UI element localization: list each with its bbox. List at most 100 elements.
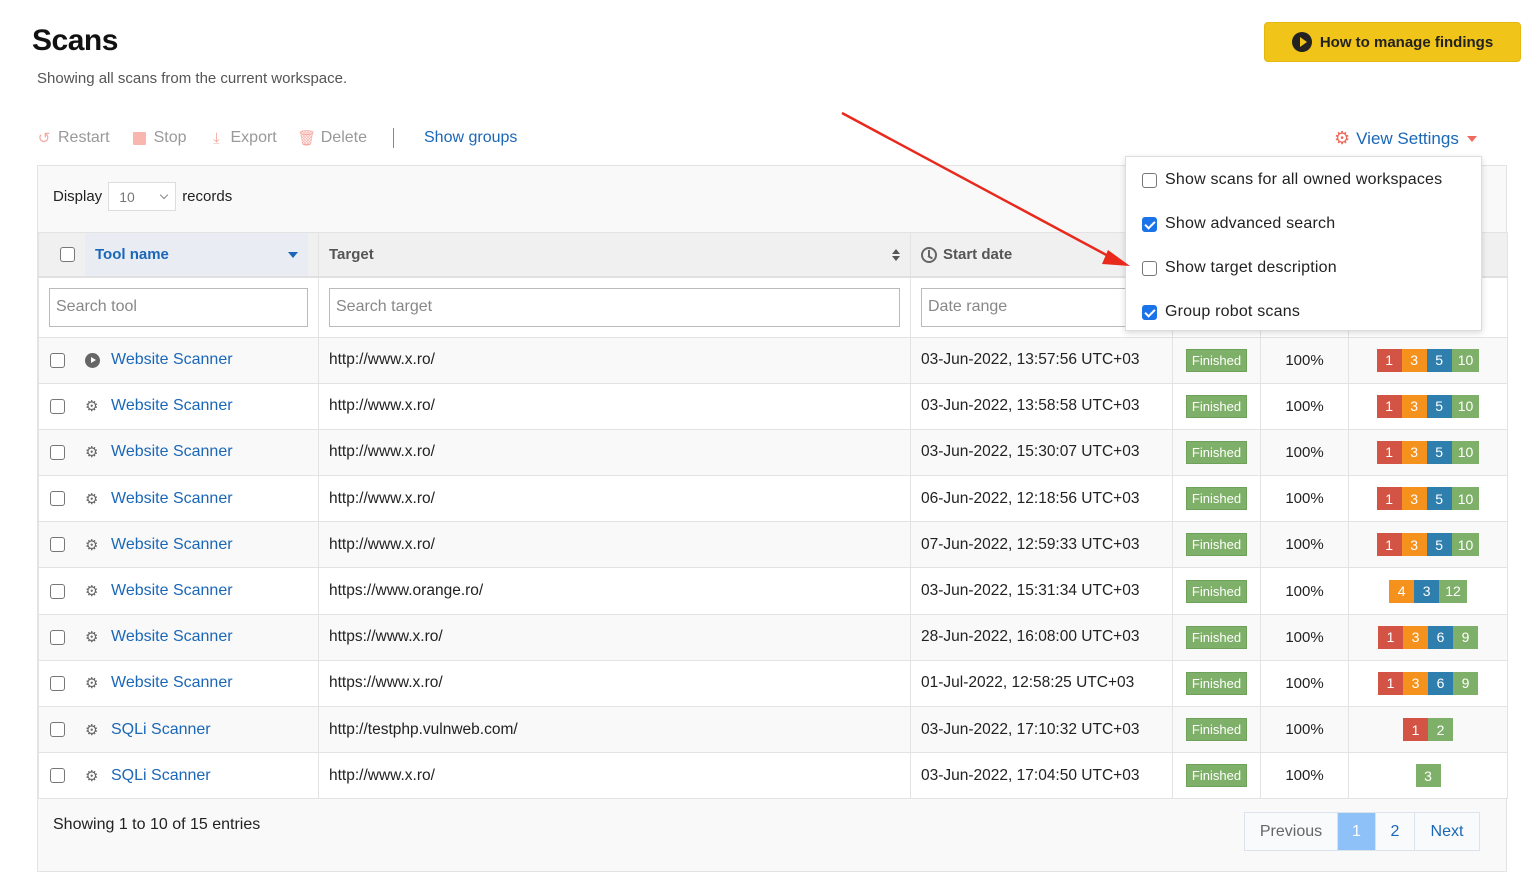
findings-critical-count[interactable]: 1 [1376, 348, 1402, 372]
view-settings-button[interactable]: ⚙︎ View Settings [1334, 128, 1477, 149]
menu-item-show-advanced-search[interactable]: Show advanced search [1142, 215, 1335, 233]
row-checkbox[interactable] [50, 491, 65, 507]
page-subtitle: Showing all scans from the current works… [37, 70, 348, 87]
export-button[interactable]: ⤓ Export [209, 129, 277, 147]
table-row[interactable]: ⚙︎ Website Scanner https://www.x.ro/ 28-… [38, 613, 1508, 661]
stop-label: Stop [153, 129, 187, 146]
table-row[interactable]: ⚙︎ SQLi Scanner http://testphp.vulnweb.c… [38, 705, 1508, 754]
tool-name-link[interactable]: SQLi Scanner [111, 767, 211, 785]
row-checkbox[interactable] [50, 583, 65, 599]
row-checkbox[interactable] [50, 629, 65, 645]
tool-name-link[interactable]: Website Scanner [111, 674, 233, 692]
findings-high-count[interactable]: 3 [1401, 394, 1427, 418]
findings-low-count[interactable]: 10 [1451, 533, 1480, 557]
show-all-workspaces-checkbox[interactable] [1142, 172, 1157, 188]
how-to-manage-findings-button[interactable]: How to manage findings [1264, 22, 1521, 62]
gear-icon: ⚙︎ [85, 583, 99, 601]
show-target-description-checkbox[interactable] [1142, 260, 1157, 276]
page-1-button[interactable]: 1 [1338, 813, 1376, 850]
row-checkbox[interactable] [50, 398, 65, 414]
findings-critical-count[interactable]: 1 [1376, 487, 1402, 511]
gear-icon: ⚙︎ [85, 444, 99, 462]
findings-high-count[interactable]: 3 [1401, 348, 1427, 372]
findings-critical-count[interactable]: 1 [1376, 394, 1402, 418]
findings-medium-count[interactable]: 6 [1428, 671, 1453, 695]
column-header-target[interactable]: Target [318, 232, 911, 278]
stop-button[interactable]: Stop [132, 129, 187, 147]
findings-medium-count[interactable]: 5 [1426, 440, 1452, 464]
tool-name-link[interactable]: Website Scanner [111, 443, 233, 461]
tool-name-link[interactable]: Website Scanner [111, 628, 233, 646]
findings-medium-count[interactable]: 5 [1426, 487, 1452, 511]
table-row[interactable]: ⚙︎ Website Scanner http://www.x.ro/ 03-J… [38, 428, 1508, 477]
findings-critical-count[interactable]: 1 [1376, 440, 1402, 464]
table-row[interactable]: ⚙︎ Website Scanner https://www.orange.ro… [38, 567, 1508, 615]
tool-name-link[interactable]: SQLi Scanner [111, 721, 211, 739]
next-page-button[interactable]: Next [1415, 813, 1479, 850]
findings-low-count[interactable]: 9 [1453, 671, 1478, 695]
row-checkbox[interactable] [50, 444, 65, 460]
table-row[interactable]: ⚙︎ Website Scanner http://www.x.ro/ 07-J… [38, 521, 1508, 569]
select-all-checkbox[interactable] [59, 247, 75, 262]
findings-low-count[interactable]: 10 [1451, 487, 1480, 511]
findings-medium-count[interactable]: 3 [1414, 579, 1440, 603]
findings-medium-count[interactable]: 5 [1426, 533, 1452, 557]
delete-button[interactable]: 🗑︎ Delete [297, 129, 367, 147]
findings-high-count[interactable]: 3 [1403, 671, 1428, 695]
records-per-page-select[interactable]: 10 [108, 182, 177, 211]
progress-cell: 100% [1260, 705, 1349, 754]
search-target-input[interactable] [329, 287, 900, 327]
start-date-cell: 03-Jun-2022, 13:57:56 UTC+03 [910, 336, 1173, 384]
search-tool-input[interactable] [49, 287, 308, 327]
menu-item-show-all-workspaces[interactable]: Show scans for all owned workspaces [1142, 171, 1442, 189]
table-row[interactable]: ⚙︎ Website Scanner https://www.x.ro/ 01-… [38, 659, 1508, 708]
findings-high-count[interactable]: 3 [1403, 625, 1428, 649]
tool-name-link[interactable]: Website Scanner [111, 490, 233, 508]
findings-low-count[interactable]: 2 [1428, 718, 1453, 742]
findings-critical-count[interactable]: 1 [1378, 625, 1403, 649]
findings-medium-count[interactable]: 5 [1426, 348, 1452, 372]
tool-name-link[interactable]: Website Scanner [111, 582, 233, 600]
page-2-button[interactable]: 2 [1376, 813, 1415, 850]
restart-button[interactable]: ↺ Restart [36, 129, 110, 147]
findings-medium-count[interactable]: 6 [1428, 625, 1453, 649]
menu-item-group-robot-scans[interactable]: Group robot scans [1142, 303, 1300, 321]
previous-page-button[interactable]: Previous [1245, 813, 1338, 850]
row-checkbox[interactable] [50, 537, 65, 553]
row-checkbox[interactable] [50, 675, 65, 691]
show-groups-link[interactable]: Show groups [424, 129, 517, 147]
progress-cell: 100% [1260, 521, 1349, 569]
findings-high-count[interactable]: 3 [1401, 533, 1427, 557]
start-date-cell: 03-Jun-2022, 15:31:34 UTC+03 [910, 567, 1173, 615]
findings-summary: 1 3 5 10 [1376, 440, 1480, 464]
findings-high-count[interactable]: 3 [1401, 487, 1427, 511]
row-checkbox[interactable] [50, 722, 65, 738]
findings-low-count[interactable]: 3 [1415, 764, 1441, 788]
show-advanced-search-checkbox[interactable] [1142, 216, 1157, 232]
findings-low-count[interactable]: 9 [1453, 625, 1478, 649]
menu-item-show-target-description[interactable]: Show target description [1142, 259, 1337, 277]
findings-low-count[interactable]: 10 [1451, 440, 1480, 464]
row-checkbox[interactable] [50, 352, 65, 368]
table-row[interactable]: ⚙︎ Website Scanner http://www.x.ro/ 03-J… [38, 382, 1508, 430]
findings-critical-count[interactable]: 1 [1403, 718, 1428, 742]
findings-critical-count[interactable]: 1 [1378, 671, 1403, 695]
sort-tool-name[interactable]: Tool name [85, 233, 308, 276]
findings-summary: 1369 [1378, 671, 1478, 695]
findings-high-count[interactable]: 3 [1401, 440, 1427, 464]
table-row[interactable]: ⚙︎ Website Scanner http://www.x.ro/ 06-J… [38, 475, 1508, 523]
findings-medium-count[interactable]: 5 [1426, 394, 1452, 418]
findings-high-count[interactable]: 4 [1389, 579, 1415, 603]
findings-low-count[interactable]: 10 [1451, 348, 1480, 372]
tool-name-link[interactable]: Website Scanner [111, 536, 233, 554]
findings-critical-count[interactable]: 1 [1376, 533, 1402, 557]
table-row[interactable]: Website Scanner http://www.x.ro/ 03-Jun-… [38, 336, 1508, 384]
gear-icon: ⚙︎ [85, 536, 99, 554]
table-row[interactable]: ⚙︎ SQLi Scanner http://www.x.ro/ 03-Jun-… [38, 752, 1508, 800]
group-robot-scans-checkbox[interactable] [1142, 304, 1157, 320]
findings-low-count[interactable]: 10 [1451, 394, 1480, 418]
tool-name-link[interactable]: Website Scanner [111, 397, 233, 415]
row-checkbox[interactable] [50, 768, 65, 784]
tool-name-link[interactable]: Website Scanner [111, 351, 233, 369]
findings-low-count[interactable]: 12 [1439, 579, 1467, 603]
